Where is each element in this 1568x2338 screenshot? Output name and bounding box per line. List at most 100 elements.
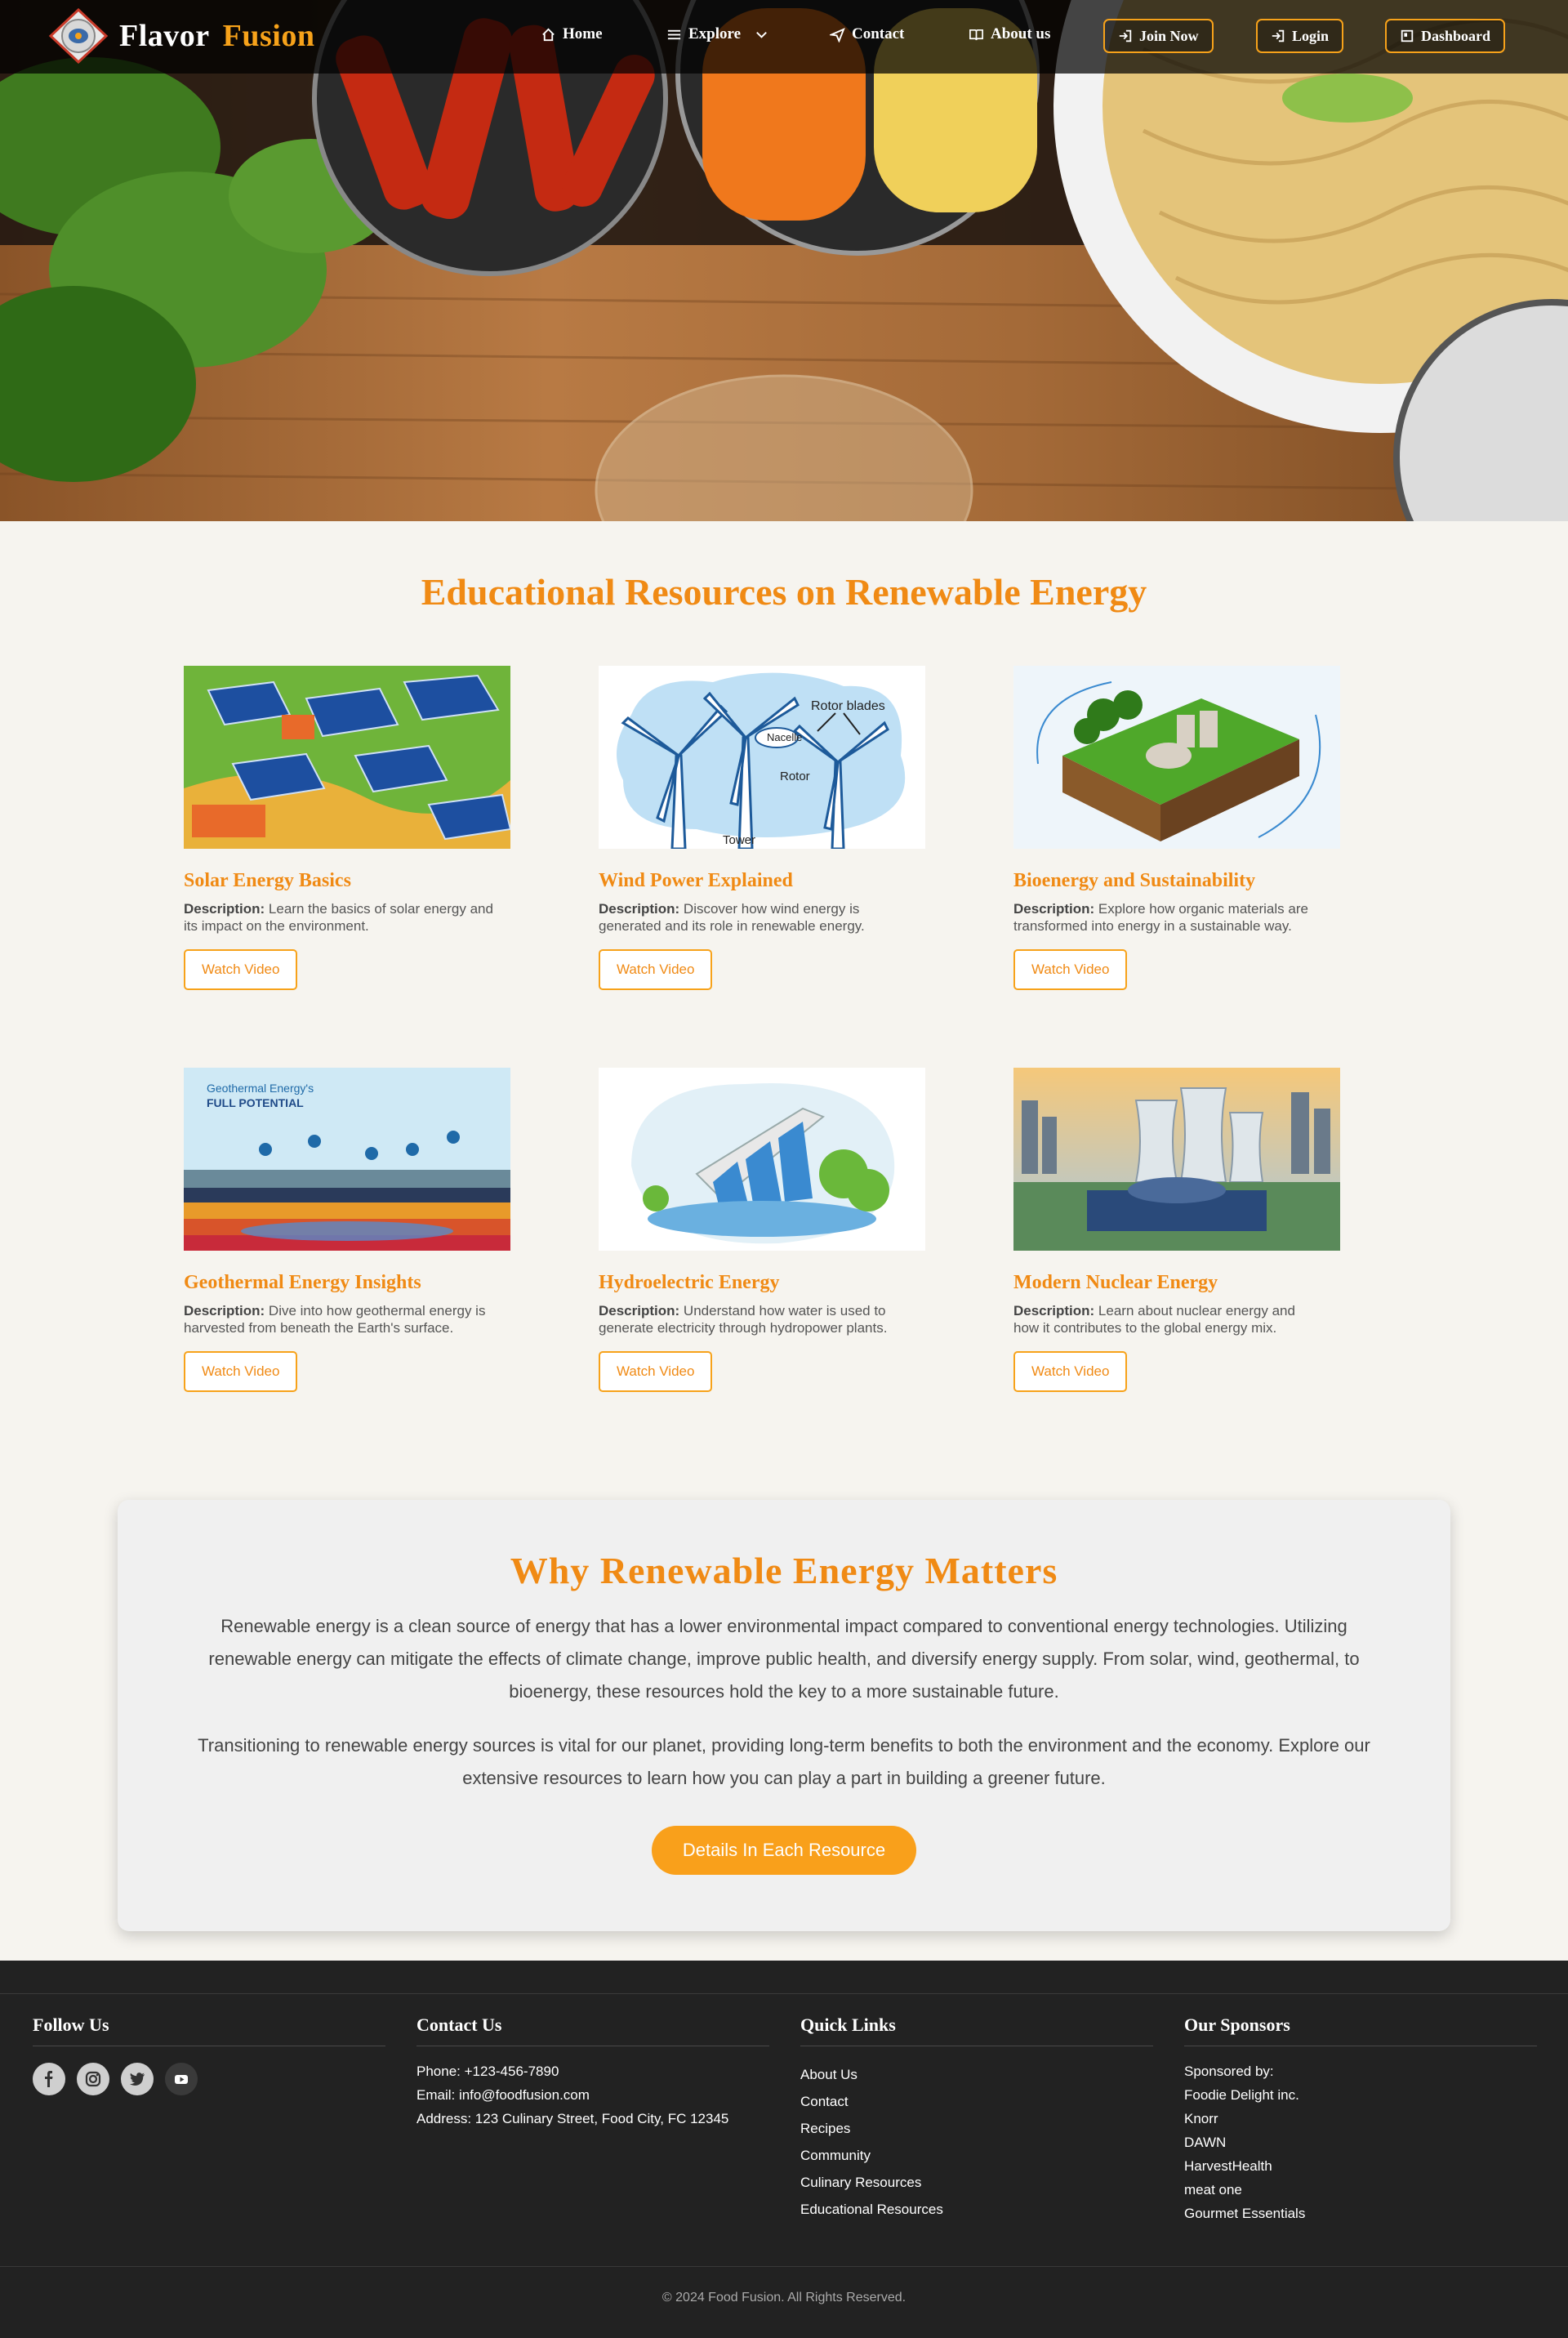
dashboard-icon (1401, 29, 1414, 42)
sign-in-icon (1119, 29, 1132, 42)
geothermal-caption-line-2: FULL POTENTIAL (207, 1096, 304, 1109)
label-rotor: Rotor (780, 770, 810, 783)
footer-divider-top (0, 1993, 1568, 1994)
chevron-down-icon (756, 31, 767, 38)
resource-card-geothermal: Geothermal Energy's FULL POTENTIAL Geoth… (184, 1068, 510, 1392)
sponsor-item: Foodie Delight inc. (1184, 2087, 1299, 2103)
sponsor-item: HarvestHealth (1184, 2158, 1272, 2174)
card-description: Description: Explore how organic materia… (1013, 901, 1308, 934)
home-icon (542, 28, 555, 41)
footer-sponsors-title: Our Sponsors (1184, 2015, 1537, 2046)
geothermal-caption-line-1: Geothermal Energy's (207, 1082, 314, 1095)
nav-about-label: About us (991, 25, 1051, 42)
sponsor-item: DAWN (1184, 2135, 1227, 2150)
footer-follow-title: Follow Us (33, 2015, 385, 2046)
footer-link-community[interactable]: Community (800, 2142, 1153, 2169)
footer-sponsors: Our Sponsors Sponsored by: Foodie Deligh… (1184, 2015, 1537, 2225)
card-title: Hydroelectric Energy (599, 1272, 780, 1293)
footer-address: Address: 123 Culinary Street, Food City,… (416, 2111, 729, 2126)
sponsors-intro: Sponsored by: (1184, 2064, 1274, 2079)
nav-explore-label: Explore (688, 25, 742, 42)
bioenergy-image (1013, 666, 1340, 849)
resource-card-bioenergy: Bioenergy and Sustainability Description… (1013, 666, 1340, 990)
join-now-label: Join Now (1139, 27, 1199, 44)
why-renewable-section: Why Renewable Energy Matters Renewable e… (118, 1500, 1450, 1931)
nav-contact[interactable]: Contact (830, 25, 904, 43)
dashboard-button[interactable]: Dashboard (1385, 19, 1506, 53)
footer-link-culinary-resources[interactable]: Culinary Resources (800, 2169, 1153, 2196)
sponsor-item: meat one (1184, 2182, 1242, 2197)
label-tower: Tower (723, 833, 755, 847)
resource-card-wind: Nacelle Rotor blades Rotor Tower Wind Po… (599, 666, 925, 990)
footer-contact-us: Contact Us Phone: +123-456-7890 Email: i… (416, 2015, 769, 2131)
footer-divider-bottom (0, 2266, 1568, 2267)
book-icon (969, 29, 983, 40)
label-rotor-blades: Rotor blades (811, 699, 885, 713)
card-description: Description: Learn about nuclear energy … (1013, 1303, 1295, 1336)
nav-contact-label: Contact (852, 25, 905, 42)
nav-home-label: Home (563, 25, 603, 42)
footer-phone: Phone: +123-456-7890 (416, 2064, 559, 2079)
join-now-button[interactable]: Join Now (1103, 19, 1214, 53)
instagram-icon[interactable] (77, 2063, 109, 2095)
top-navbar: Flavor Fusion Home Explore Contact About … (0, 0, 1568, 74)
watch-video-button[interactable]: Watch Video (599, 1351, 713, 1392)
login-button[interactable]: Login (1256, 19, 1344, 53)
nav-about[interactable]: About us (969, 25, 1050, 43)
card-title: Geothermal Energy Insights (184, 1272, 421, 1293)
watch-video-button[interactable]: Watch Video (184, 1351, 298, 1392)
nav-explore[interactable]: Explore (666, 25, 769, 43)
sponsor-item: Knorr (1184, 2111, 1218, 2126)
resource-card-solar: Solar Energy Basics Description: Learn t… (184, 666, 510, 990)
geothermal-image: Geothermal Energy's FULL POTENTIAL (184, 1068, 510, 1251)
hero-food-image (0, 0, 1568, 521)
resource-card-hydroelectric: Hydroelectric Energy Description: Unders… (599, 1068, 925, 1392)
details-resource-button[interactable]: Details In Each Resource (651, 1826, 917, 1875)
solar-image (184, 666, 510, 849)
label-nacelle: Nacelle (767, 731, 802, 743)
footer-email[interactable]: Email: info@foodfusion.com (416, 2083, 769, 2107)
social-icons (33, 2063, 385, 2095)
twitter-icon[interactable] (121, 2063, 154, 2095)
footer-quick-links: Quick Links About Us Contact Recipes Com… (800, 2015, 1153, 2223)
footer-links-title: Quick Links (800, 2015, 1153, 2046)
wind-turbine-image: Nacelle Rotor blades Rotor Tower (599, 666, 925, 849)
watch-video-button[interactable]: Watch Video (1013, 1351, 1128, 1392)
brand-logo-icon (48, 8, 109, 64)
login-label: Login (1292, 27, 1330, 44)
brand-name-part-1: Flavor (119, 19, 210, 53)
send-icon (830, 27, 845, 42)
footer-contact-title: Contact Us (416, 2015, 769, 2046)
why-title: Why Renewable Energy Matters (510, 1550, 1058, 1591)
hydroelectric-image (599, 1068, 925, 1251)
copyright-text: © 2024 Food Fusion. All Rights Reserved. (662, 2291, 906, 2305)
card-description: Description: Discover how wind energy is… (599, 901, 865, 934)
card-description: Description: Dive into how geothermal en… (184, 1303, 486, 1336)
watch-video-button[interactable]: Watch Video (184, 949, 298, 990)
resource-card-nuclear: Modern Nuclear Energy Description: Learn… (1013, 1068, 1340, 1392)
card-title: Wind Power Explained (599, 870, 793, 891)
resources-title: Educational Resources on Renewable Energ… (421, 571, 1147, 613)
watch-video-button[interactable]: Watch Video (599, 949, 713, 990)
card-description: Description: Understand how water is use… (599, 1303, 888, 1336)
watch-video-button[interactable]: Watch Video (1013, 949, 1128, 990)
footer-follow-us: Follow Us (33, 2015, 385, 2095)
footer-link-recipes[interactable]: Recipes (800, 2115, 1153, 2142)
why-paragraph-1: Renewable energy is a clean source of en… (208, 1616, 1360, 1702)
dashboard-label: Dashboard (1421, 27, 1491, 44)
facebook-icon[interactable] (33, 2063, 65, 2095)
footer-link-educational-resources[interactable]: Educational Resources (800, 2196, 1153, 2223)
youtube-icon[interactable] (165, 2063, 198, 2095)
sponsor-item: Gourmet Essentials (1184, 2206, 1306, 2221)
hero-banner: Flavor Fusion Home Explore Contact About … (0, 0, 1568, 521)
login-icon (1272, 29, 1285, 42)
card-description: Description: Learn the basics of solar e… (184, 901, 493, 934)
site-footer: Follow Us Contact Us Phone: +123-456-789… (0, 1961, 1568, 2338)
footer-link-about-us[interactable]: About Us (800, 2061, 1153, 2088)
brand-name-part-2: Fusion (222, 19, 315, 53)
brand[interactable]: Flavor Fusion (47, 8, 314, 64)
footer-link-contact[interactable]: Contact (800, 2088, 1153, 2115)
card-title: Bioenergy and Sustainability (1013, 870, 1256, 891)
nav-home[interactable]: Home (541, 25, 603, 43)
card-title: Modern Nuclear Energy (1013, 1272, 1218, 1293)
